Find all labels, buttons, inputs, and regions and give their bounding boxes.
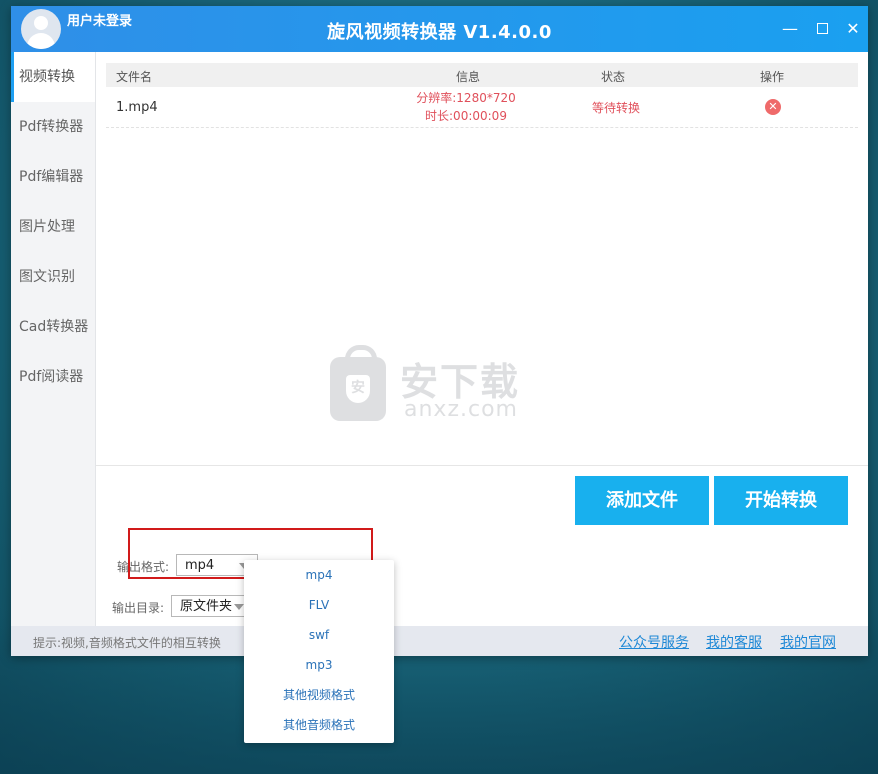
status-hint: 提示:视频,音频格式文件的相互转换: [33, 636, 221, 650]
sidebar-item-pdf-editor[interactable]: Pdf编辑器: [11, 152, 95, 202]
minimize-icon[interactable]: —: [781, 20, 799, 38]
start-convert-button[interactable]: 开始转换: [714, 476, 848, 525]
file-table-header: 文件名 信息 状态 操作: [106, 63, 858, 87]
sidebar-item-pdf-reader[interactable]: Pdf阅读器: [11, 352, 95, 402]
dropdown-option-swf[interactable]: swf: [244, 620, 394, 650]
column-header-filename: 文件名: [116, 70, 153, 84]
status-bar: 提示:视频,音频格式文件的相互转换 公众号服务 我的客服 我的官网: [11, 626, 868, 656]
format-dropdown-menu: mp4 FLV swf mp3 其他视频格式 其他音频格式: [244, 560, 394, 743]
link-official-account[interactable]: 公众号服务: [619, 632, 689, 652]
dropdown-option-mp3[interactable]: mp3: [244, 650, 394, 680]
link-official-site[interactable]: 我的官网: [780, 632, 836, 652]
sidebar-item-ocr[interactable]: 图文识别: [11, 252, 95, 302]
sidebar-item-cad-converter[interactable]: Cad转换器: [11, 302, 95, 352]
file-info: 分辨率:1280*720 时长:00:00:09: [406, 89, 526, 125]
title-bar: 用户未登录 旋风视频转换器 V1.4.0.0 — ✕: [11, 6, 868, 52]
sidebar-item-image-processing[interactable]: 图片处理: [11, 202, 95, 252]
watermark-shield-text: 安: [346, 375, 370, 403]
maximize-icon[interactable]: [813, 20, 831, 38]
column-header-status: 状态: [601, 70, 626, 84]
status-badge: 等待转换: [591, 101, 640, 115]
column-header-info: 信息: [456, 70, 481, 84]
file-duration: 时长:00:00:09: [425, 109, 507, 123]
chevron-down-icon: [234, 604, 244, 610]
shopping-bag-icon: 安: [330, 345, 386, 421]
output-dir-select[interactable]: 原文件夹: [171, 595, 253, 617]
dropdown-option-flv[interactable]: FLV: [244, 590, 394, 620]
delete-icon[interactable]: ✕: [765, 99, 781, 115]
dropdown-option-other-video[interactable]: 其他视频格式: [244, 680, 394, 710]
divider: [96, 465, 868, 466]
app-title: 旋风视频转换器 V1.4.0.0: [327, 22, 552, 43]
watermark-logo: 安 安下载 anxz.com: [328, 345, 548, 425]
close-icon[interactable]: ✕: [844, 20, 862, 38]
add-file-button[interactable]: 添加文件: [575, 476, 709, 525]
link-customer-service[interactable]: 我的客服: [706, 632, 762, 652]
table-row[interactable]: 1.mp4 分辨率:1280*720 时长:00:00:09 等待转换 ✕: [106, 87, 858, 128]
output-dir-label: 输出目录:: [112, 601, 165, 615]
sidebar-item-pdf-converter[interactable]: Pdf转换器: [11, 102, 95, 152]
dropdown-option-other-audio[interactable]: 其他音频格式: [244, 710, 394, 740]
column-header-action: 操作: [760, 70, 785, 84]
watermark-brand-en: anxz.com: [404, 397, 518, 422]
sidebar: 视频转换 Pdf转换器 Pdf编辑器 图片处理 图文识别 Cad转换器 Pdf阅…: [11, 52, 96, 626]
file-name: 1.mp4: [116, 100, 158, 115]
sidebar-item-video-convert[interactable]: 视频转换: [11, 52, 95, 102]
dropdown-option-mp4[interactable]: mp4: [244, 560, 394, 590]
file-resolution: 分辨率:1280*720: [416, 91, 516, 105]
output-dir-value: 原文件夹: [180, 599, 233, 614]
